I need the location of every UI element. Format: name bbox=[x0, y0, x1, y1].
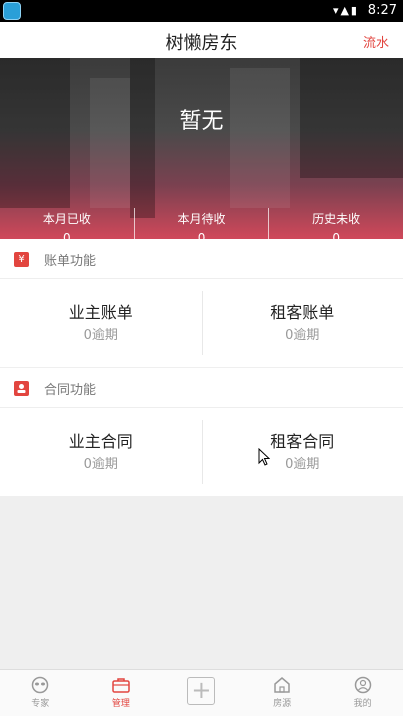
stat-month-received[interactable]: 本月已收 0 bbox=[0, 208, 134, 239]
summary-banner: 暂无 本月已收 0 本月待收 0 历史未收 0 bbox=[0, 58, 403, 239]
stats-row: 本月已收 0 本月待收 0 历史未收 0 bbox=[0, 208, 403, 239]
banner-bg-building bbox=[230, 68, 290, 208]
tenant-contract-button[interactable]: 租客合同 0逾期 bbox=[201, 408, 403, 496]
stat-label: 历史未收 bbox=[312, 212, 361, 226]
stat-history-unreceived[interactable]: 历史未收 0 bbox=[268, 208, 403, 239]
item-overdue: 0逾期 bbox=[285, 328, 320, 343]
contract-section-header: 合同功能 bbox=[0, 368, 403, 408]
item-overdue: 0逾期 bbox=[285, 457, 320, 472]
stat-value: 0 bbox=[63, 231, 71, 239]
item-name: 租客账单 bbox=[270, 303, 335, 322]
stat-label: 本月已收 bbox=[42, 212, 91, 226]
item-overdue: 0逾期 bbox=[83, 328, 118, 343]
item-name: 业主合同 bbox=[68, 432, 133, 451]
yen-icon: ¥ bbox=[14, 252, 29, 267]
contract-section: 合同功能 业主合同 0逾期 租客合同 0逾期 bbox=[0, 368, 403, 496]
tab-add[interactable]: + bbox=[161, 670, 242, 716]
banner-bg-building bbox=[130, 58, 155, 218]
contract-user-icon bbox=[14, 381, 29, 396]
section-title: 合同功能 bbox=[44, 383, 97, 398]
sloth-face-icon bbox=[32, 676, 49, 694]
house-icon bbox=[274, 677, 290, 693]
briefcase-icon bbox=[112, 678, 130, 693]
total-amount: 暂无 bbox=[179, 109, 224, 134]
app-header: 树懒房东 流水 bbox=[0, 22, 403, 58]
app-notification-icon bbox=[3, 2, 21, 20]
mouse-cursor-icon bbox=[258, 448, 270, 466]
signal-battery-icons: ▾▲▮ bbox=[332, 4, 359, 17]
flow-link[interactable]: 流水 bbox=[363, 32, 389, 51]
item-overdue: 0逾期 bbox=[83, 457, 118, 472]
tab-label: 专家 bbox=[31, 699, 50, 709]
stat-value: 0 bbox=[332, 231, 340, 239]
contract-items: 业主合同 0逾期 租客合同 0逾期 bbox=[0, 408, 403, 496]
plus-icon: + bbox=[187, 677, 216, 705]
user-icon bbox=[354, 676, 371, 694]
tenant-bill-button[interactable]: 租客账单 0逾期 bbox=[201, 279, 403, 367]
tab-label: 房源 bbox=[273, 699, 292, 709]
tab-expert[interactable]: 专家 bbox=[0, 670, 81, 716]
banner-bg-building bbox=[90, 78, 130, 208]
tab-label: 管理 bbox=[111, 699, 130, 709]
bill-section-header: ¥ 账单功能 bbox=[0, 239, 403, 279]
stat-month-pending[interactable]: 本月待收 0 bbox=[133, 208, 269, 239]
stat-value: 0 bbox=[197, 231, 206, 239]
section-title: 账单功能 bbox=[44, 254, 97, 269]
status-time: 8:27 bbox=[367, 3, 397, 18]
page-title: 树懒房东 bbox=[165, 33, 238, 54]
bottom-tab-bar: 专家 管理 + 房源 我的 bbox=[0, 669, 403, 716]
tab-manage[interactable]: 管理 bbox=[81, 670, 162, 716]
bill-items: 业主账单 0逾期 租客账单 0逾期 bbox=[0, 279, 403, 367]
owner-contract-button[interactable]: 业主合同 0逾期 bbox=[0, 408, 202, 496]
tab-listings[interactable]: 房源 bbox=[242, 670, 323, 716]
item-name: 租客合同 bbox=[270, 432, 335, 451]
owner-bill-button[interactable]: 业主账单 0逾期 bbox=[0, 279, 202, 367]
tab-mine[interactable]: 我的 bbox=[322, 670, 403, 716]
stat-label: 本月待收 bbox=[177, 212, 226, 226]
bill-section: ¥ 账单功能 业主账单 0逾期 租客账单 0逾期 bbox=[0, 239, 403, 367]
status-bar: ▾▲▮ 8:27 bbox=[0, 0, 403, 22]
item-name: 业主账单 bbox=[68, 303, 133, 322]
tab-label: 我的 bbox=[353, 699, 372, 709]
